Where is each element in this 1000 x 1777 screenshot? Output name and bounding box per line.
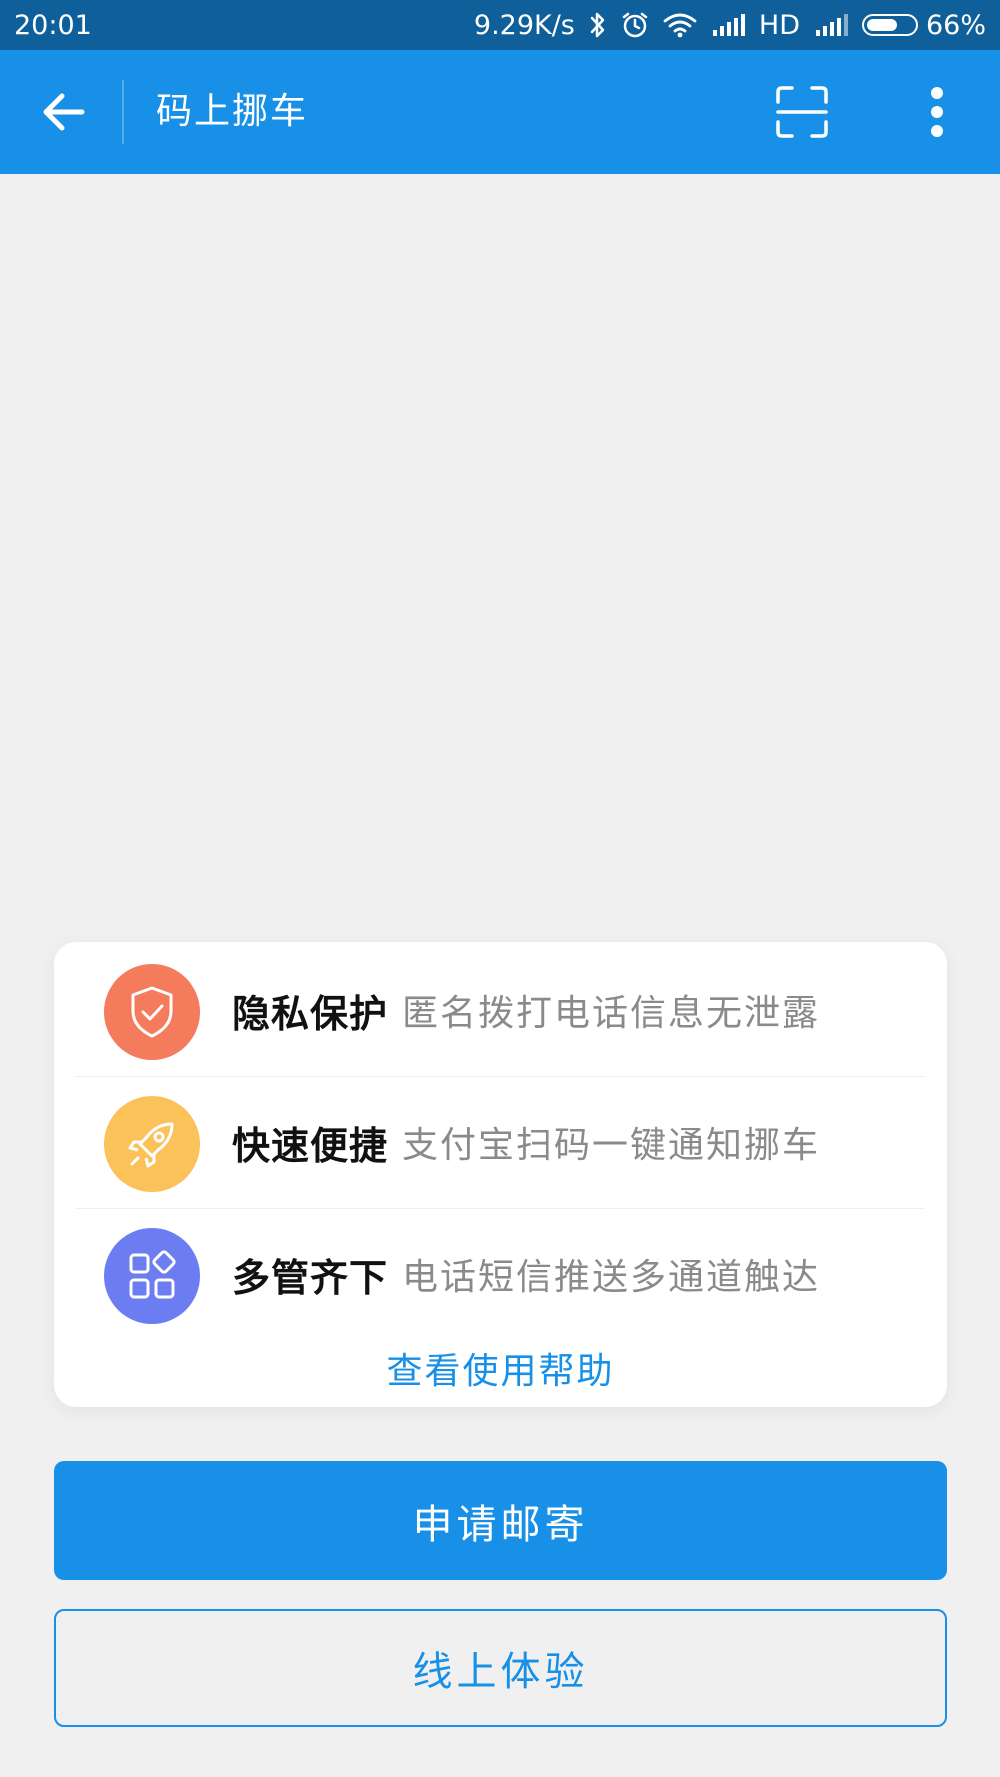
wifi-icon (663, 10, 697, 40)
more-button[interactable] (910, 80, 964, 144)
grid-apps-icon (104, 1228, 200, 1324)
battery-icon (861, 14, 918, 36)
status-icons: 9.29K/s HD 66% (474, 10, 986, 41)
scan-button[interactable] (770, 80, 834, 144)
scan-icon (776, 86, 828, 138)
feature-text: 隐私保护 匿名拨打电话信息无泄露 (232, 944, 820, 1076)
feature-row-multi: 多管齐下 电话短信推送多通道触达 (76, 1208, 924, 1340)
feature-desc: 电话短信推送多通道触达 (402, 1257, 821, 1298)
feature-title: 多管齐下 (232, 1255, 389, 1300)
feature-title: 快速便捷 (232, 1123, 389, 1168)
online-experience-button[interactable]: 线上体验 (54, 1609, 947, 1727)
feature-text: 快速便捷 支付宝扫码一键通知挪车 (232, 1076, 820, 1208)
rocket-icon (104, 1096, 200, 1192)
feature-desc: 匿名拨打电话信息无泄露 (402, 993, 821, 1034)
feature-text: 多管齐下 电话短信推送多通道触达 (232, 1208, 820, 1340)
feature-title: 隐私保护 (232, 991, 389, 1036)
shield-check-icon (104, 964, 200, 1060)
battery-indicator: 66% (861, 9, 986, 41)
feature-card: 隐私保护 匿名拨打电话信息无泄露 快速便捷 支付宝扫码一键通知挪车 多管齐下 电… (54, 942, 947, 1407)
signal-icon (711, 10, 745, 40)
more-vertical-icon (931, 87, 943, 137)
hd-label: HD (758, 9, 800, 41)
feature-row-privacy: 隐私保护 匿名拨打电话信息无泄露 (76, 944, 924, 1077)
alarm-icon (621, 10, 649, 40)
signal-icon (814, 10, 848, 40)
app-bar-divider (122, 80, 124, 144)
feature-row-fast: 快速便捷 支付宝扫码一键通知挪车 (76, 1076, 924, 1209)
back-button[interactable] (34, 82, 94, 142)
feature-desc: 支付宝扫码一键通知挪车 (402, 1125, 821, 1166)
help-link[interactable]: 查看使用帮助 (54, 1342, 947, 1394)
bluetooth-icon (589, 10, 607, 40)
status-bar: 20:01 9.29K/s HD 66% (0, 0, 1000, 50)
status-time: 20:01 (14, 9, 92, 41)
app-bar: 码上挪车 (0, 50, 1000, 174)
page-title: 码上挪车 (156, 91, 309, 132)
battery-fill (866, 19, 897, 31)
apply-mail-button[interactable]: 申请邮寄 (54, 1461, 947, 1580)
battery-text: 66% (925, 9, 986, 41)
network-speed: 9.29K/s (473, 9, 575, 41)
back-arrow-icon (43, 93, 85, 131)
